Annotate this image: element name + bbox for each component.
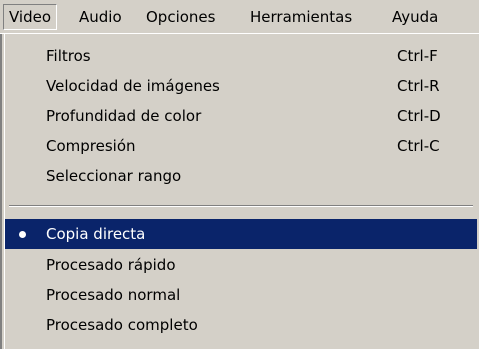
menu-item-shortcut: Ctrl-R — [397, 77, 440, 95]
menu-item-velocidad-de-imagenes[interactable]: Velocidad de imágenes Ctrl-R — [5, 71, 477, 101]
video-dropdown-menu: Filtros Ctrl-F Velocidad de imágenes Ctr… — [4, 34, 479, 349]
menu-item-label: Compresión — [46, 137, 136, 155]
menu-item-filtros[interactable]: Filtros Ctrl-F — [5, 41, 477, 71]
menu-item-label: Procesado normal — [46, 286, 181, 304]
window-left-edge — [0, 0, 2, 349]
menu-bar: Video Audio Opciones Herramientas Ayuda — [0, 0, 479, 34]
menu-item-copia-directa[interactable]: Copia directa — [5, 219, 477, 249]
menu-separator — [9, 205, 473, 207]
menu-item-label: Procesado rápido — [46, 256, 176, 274]
menu-item-procesado-rapido[interactable]: Procesado rápido — [5, 250, 477, 280]
menu-item-shortcut: Ctrl-C — [397, 137, 440, 155]
menu-item-shortcut: Ctrl-D — [397, 107, 441, 125]
menu-item-shortcut: Ctrl-F — [397, 47, 438, 65]
menu-herramientas[interactable]: Herramientas — [245, 4, 357, 30]
menu-item-label: Copia directa — [46, 225, 146, 243]
menu-item-label: Profundidad de color — [46, 107, 202, 125]
menu-item-compresion[interactable]: Compresión Ctrl-C — [5, 131, 477, 161]
menu-item-procesado-completo[interactable]: Procesado completo — [5, 310, 477, 340]
menu-ayuda[interactable]: Ayuda — [387, 4, 443, 30]
menu-item-profundidad-de-color[interactable]: Profundidad de color Ctrl-D — [5, 101, 477, 131]
menu-item-label: Filtros — [46, 47, 91, 65]
menu-item-label: Seleccionar rango — [46, 167, 182, 185]
menu-item-procesado-normal[interactable]: Procesado normal — [5, 280, 477, 310]
menu-item-label: Velocidad de imágenes — [46, 77, 220, 95]
menu-audio[interactable]: Audio — [74, 4, 127, 30]
menu-opciones[interactable]: Opciones — [141, 4, 220, 30]
menu-video[interactable]: Video — [3, 4, 58, 30]
menu-item-label: Procesado completo — [46, 316, 198, 334]
menu-item-seleccionar-rango[interactable]: Seleccionar rango — [5, 161, 477, 191]
radio-bullet-icon — [19, 231, 26, 238]
